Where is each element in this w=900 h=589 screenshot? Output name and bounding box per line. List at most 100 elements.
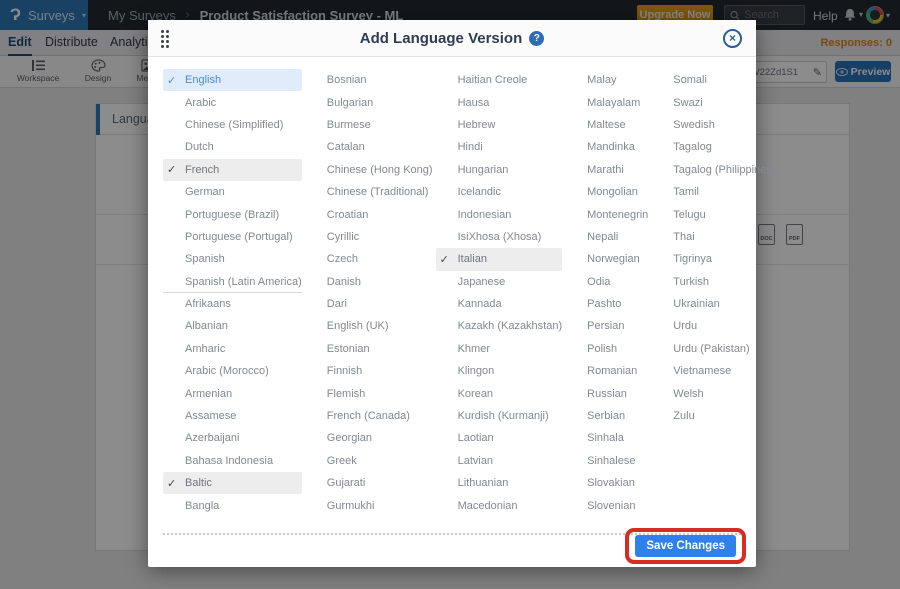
language-option[interactable]: Urdu (Pakistan) [651, 338, 775, 360]
language-option[interactable]: Arabic [163, 91, 302, 113]
language-option[interactable]: Spanish [163, 248, 302, 270]
language-option[interactable]: Icelandic [436, 181, 563, 203]
language-option[interactable]: Malay [565, 69, 648, 91]
language-option[interactable]: Danish [305, 271, 433, 293]
language-option[interactable]: Thai [651, 226, 775, 248]
language-option[interactable]: Latvian [436, 450, 563, 472]
language-option[interactable]: Somali [651, 69, 775, 91]
language-option[interactable]: Mongolian [565, 181, 648, 203]
language-option[interactable]: Hebrew [436, 114, 563, 136]
language-option[interactable]: Khmer [436, 338, 563, 360]
language-option[interactable]: Kannada [436, 293, 563, 315]
language-option[interactable]: Romanian [565, 360, 648, 382]
language-option[interactable]: Georgian [305, 427, 433, 449]
language-option[interactable]: Montenegrin [565, 203, 648, 225]
language-option[interactable]: Albanian [163, 315, 302, 337]
language-option[interactable]: Chinese (Simplified) [163, 114, 302, 136]
language-option[interactable]: Zulu [651, 405, 775, 427]
language-option[interactable]: Slovakian [565, 472, 648, 494]
language-option[interactable]: Gurmukhi [305, 494, 433, 516]
language-option[interactable]: Nepali [565, 226, 648, 248]
language-option[interactable]: Lithuanian [436, 472, 563, 494]
language-option[interactable]: Serbian [565, 405, 648, 427]
language-option[interactable]: Flemish [305, 382, 433, 404]
language-option[interactable]: Catalan [305, 136, 433, 158]
language-option[interactable]: English (UK) [305, 315, 433, 337]
language-option[interactable]: Cyrillic [305, 226, 433, 248]
language-option[interactable]: Gujarati [305, 472, 433, 494]
language-option[interactable]: Vietnamese [651, 360, 775, 382]
language-option[interactable]: Maltese [565, 114, 648, 136]
language-option[interactable]: Finnish [305, 360, 433, 382]
language-option[interactable]: Tagalog (Philippines) [651, 159, 775, 181]
language-option[interactable]: Sinhalese [565, 450, 648, 472]
language-option[interactable]: Mandinka [565, 136, 648, 158]
language-option[interactable]: Indonesian [436, 203, 563, 225]
language-option[interactable]: Klingon [436, 360, 563, 382]
language-option[interactable]: Sinhala [565, 427, 648, 449]
close-icon[interactable]: × [723, 29, 742, 48]
language-option[interactable]: Korean [436, 382, 563, 404]
language-option[interactable]: ✓French [163, 159, 302, 181]
language-option[interactable]: German [163, 181, 302, 203]
language-option[interactable]: Swazi [651, 91, 775, 113]
language-option[interactable]: Amharic [163, 338, 302, 360]
language-option[interactable]: Arabic (Morocco) [163, 360, 302, 382]
language-option[interactable]: Haitian Creole [436, 69, 563, 91]
language-option[interactable]: Persian [565, 315, 648, 337]
language-option[interactable]: Portuguese (Brazil) [163, 203, 302, 225]
language-option[interactable]: Odia [565, 271, 648, 293]
language-option[interactable]: Chinese (Traditional) [305, 181, 433, 203]
language-option[interactable]: Slovenian [565, 494, 648, 516]
language-option[interactable]: Armenian [163, 382, 302, 404]
language-option[interactable]: Burmese [305, 114, 433, 136]
language-option[interactable]: Bangla [163, 494, 302, 516]
language-option[interactable]: French (Canada) [305, 405, 433, 427]
language-option[interactable]: Azerbaijani [163, 427, 302, 449]
language-option[interactable]: ✓Baltic [163, 472, 302, 494]
drag-handle-icon[interactable] [160, 29, 172, 49]
language-option[interactable]: Marathi [565, 159, 648, 181]
language-option[interactable]: Croatian [305, 203, 433, 225]
language-option[interactable]: Kurdish (Kurmanji) [436, 405, 563, 427]
language-option[interactable]: Malayalam [565, 91, 648, 113]
language-option[interactable]: IsiXhosa (Xhosa) [436, 226, 563, 248]
language-option[interactable]: Hausa [436, 91, 563, 113]
language-option[interactable]: Norwegian [565, 248, 648, 270]
language-option[interactable]: Polish [565, 338, 648, 360]
language-option[interactable]: Laotian [436, 427, 563, 449]
save-changes-button[interactable]: Save Changes [635, 535, 736, 557]
language-option[interactable]: Turkish [651, 271, 775, 293]
language-option[interactable]: Macedonian [436, 494, 563, 516]
language-option[interactable]: Bulgarian [305, 91, 433, 113]
language-option[interactable]: Czech [305, 248, 433, 270]
language-option[interactable]: Greek [305, 450, 433, 472]
language-option[interactable]: Kazakh (Kazakhstan) [436, 315, 563, 337]
language-option[interactable]: Bosnian [305, 69, 433, 91]
language-option[interactable]: Tamil [651, 181, 775, 203]
language-option[interactable]: Spanish (Latin America) [163, 271, 302, 293]
language-option[interactable]: Estonian [305, 338, 433, 360]
language-option[interactable]: Urdu [651, 315, 775, 337]
language-option[interactable]: Tigrinya [651, 248, 775, 270]
language-option[interactable]: Hindi [436, 136, 563, 158]
language-option[interactable]: Telugu [651, 203, 775, 225]
help-icon[interactable]: ? [529, 31, 544, 46]
language-option[interactable]: Dari [305, 293, 433, 315]
language-option[interactable]: ✓Italian [436, 248, 563, 270]
language-option[interactable]: ✓English [163, 69, 302, 91]
language-option[interactable]: Hungarian [436, 159, 563, 181]
language-option[interactable]: Chinese (Hong Kong) [305, 159, 433, 181]
language-option[interactable]: Dutch [163, 136, 302, 158]
language-option[interactable]: Japanese [436, 271, 563, 293]
language-option[interactable]: Swedish [651, 114, 775, 136]
language-option[interactable]: Pashto [565, 293, 648, 315]
language-option[interactable]: Tagalog [651, 136, 775, 158]
language-option[interactable]: Afrikaans [163, 293, 302, 315]
language-option[interactable]: Portuguese (Portugal) [163, 226, 302, 248]
language-option[interactable]: Welsh [651, 382, 775, 404]
language-option[interactable]: Assamese [163, 405, 302, 427]
language-option[interactable]: Bahasa Indonesia [163, 450, 302, 472]
language-option[interactable]: Russian [565, 382, 648, 404]
language-option[interactable]: Ukrainian [651, 293, 775, 315]
